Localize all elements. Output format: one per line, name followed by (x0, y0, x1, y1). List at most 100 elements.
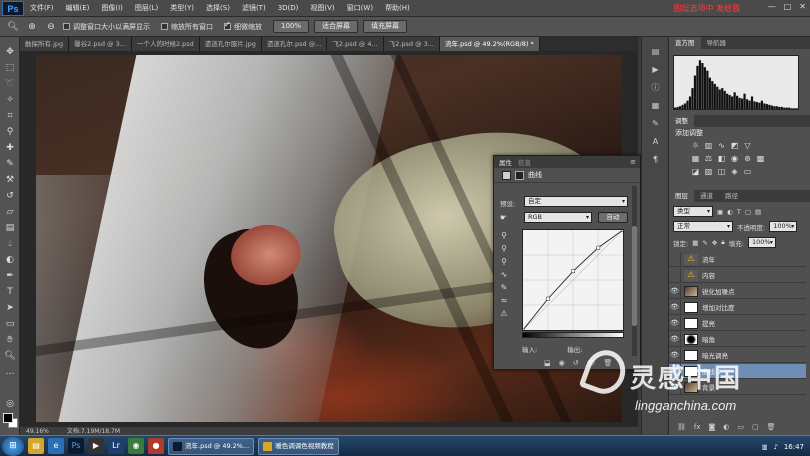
layer-row[interactable]: 👁︎ 暗角 (669, 331, 806, 347)
curve-point[interactable] (546, 296, 550, 301)
tab-adjustments[interactable]: 调整 (669, 115, 694, 127)
black-point-eyedropper-icon[interactable]: ⚲ (497, 229, 511, 242)
gray-point-eyedropper-icon[interactable]: ⚲ (497, 242, 511, 255)
tab-paths[interactable]: 路径 (719, 190, 744, 202)
color-lookup-icon[interactable]: ▩ (756, 154, 765, 163)
path-selection-icon[interactable]: ➤ (3, 301, 17, 315)
paragraph-panel-icon[interactable]: ¶ (649, 153, 662, 166)
gradient-map-icon[interactable]: ▭ (743, 167, 752, 176)
resize-windows-option[interactable]: 调整窗口大小以满屏显示 (63, 22, 150, 32)
channel-mixer-icon[interactable]: ⊛ (743, 154, 752, 163)
brightness-icon[interactable]: ☼ (691, 141, 700, 150)
menu-item[interactable]: 图像(I) (95, 0, 129, 17)
zoom-all-checkbox[interactable] (161, 23, 168, 30)
menu-item[interactable]: 图层(L) (129, 0, 164, 17)
zoom-all-option[interactable]: 缩放所有窗口 (161, 22, 213, 32)
visibility-eye-icon[interactable]: 👁︎ (669, 315, 681, 331)
eyedropper-icon[interactable]: ⚲ (3, 125, 17, 139)
photoshop-taskbar-icon[interactable]: Ps (68, 438, 84, 454)
document-tab[interactable]: 飞2.psd @ 4... (327, 37, 384, 51)
visibility-eye-icon[interactable]: 👁︎ (669, 299, 681, 315)
menu-item[interactable]: 帮助(H) (379, 0, 416, 17)
brush-tool-icon[interactable]: ✎ (3, 157, 17, 171)
preset-dropdown[interactable]: 自定 (524, 196, 628, 207)
hue-saturation-icon[interactable]: ▦ (691, 154, 700, 163)
record-icon[interactable]: ● (148, 438, 164, 454)
posterize-icon[interactable]: ▨ (704, 167, 713, 176)
tab-info[interactable]: 信息 (518, 157, 531, 167)
character-panel-icon[interactable]: A (649, 135, 662, 148)
gradient-tool-icon[interactable]: ▤ (3, 221, 17, 235)
brush-panel-icon[interactable]: ✎ (649, 117, 662, 130)
lightroom-icon[interactable]: Lr (108, 438, 124, 454)
clone-stamp-icon[interactable]: ⚒ (3, 173, 17, 187)
curve-point[interactable] (571, 269, 576, 274)
foreground-color-swatch[interactable] (3, 413, 13, 423)
layer-row[interactable]: 👁︎ 增加对比度 (669, 299, 806, 315)
crop-tool-icon[interactable]: ⌗ (3, 109, 17, 123)
threshold-icon[interactable]: ◫ (717, 167, 726, 176)
exposure-icon[interactable]: ◩ (730, 141, 739, 150)
reset-icon[interactable]: ↺ (573, 359, 579, 367)
curve-edit-icon[interactable]: ∿ (497, 268, 511, 281)
fit-screen-button[interactable]: 适合屏幕 (314, 20, 359, 33)
resize-windows-checkbox[interactable] (63, 23, 70, 30)
player-icon[interactable]: ▶ (88, 438, 104, 454)
menu-item[interactable]: 滤镜(T) (236, 0, 272, 17)
tab-properties[interactable]: 属性 (499, 157, 512, 167)
clipping-warning-icon[interactable]: ⚠ (497, 307, 511, 320)
healing-brush-icon[interactable]: ✚ (3, 141, 17, 155)
layer-row[interactable]: 👁︎ 锐化加噪点 (669, 283, 806, 299)
document-tab[interactable]: 触探所有.jpg (20, 37, 70, 51)
menu-item[interactable]: 编辑(E) (60, 0, 96, 17)
zoom-level[interactable]: 49.16% (26, 427, 49, 435)
filter-smart-icon[interactable]: ▤ (755, 208, 761, 216)
fill-input[interactable]: 100% (747, 237, 776, 248)
curves-icon[interactable]: ∿ (717, 141, 726, 150)
eraser-tool-icon[interactable]: ▱ (3, 205, 17, 219)
zoom-in-icon[interactable]: ⊕ (25, 20, 39, 34)
selective-color-icon[interactable]: ◈ (730, 167, 739, 176)
history-brush-icon[interactable]: ↺ (3, 189, 17, 203)
view-previous-icon[interactable]: ◉ (559, 359, 565, 367)
scrubby-zoom-option[interactable]: 细微缩放 (224, 20, 262, 32)
document-tab[interactable]: 馨谷2.psd @ 3... (69, 37, 132, 51)
more-tools-icon[interactable]: … (3, 365, 17, 379)
info-panel-icon[interactable]: ⓘ (649, 81, 662, 94)
smooth-curve-icon[interactable]: ≈ (497, 294, 511, 307)
lasso-tool-icon[interactable]: ➰ (3, 77, 17, 91)
zoom-tool-icon[interactable]: 🔍︎ (6, 20, 20, 34)
blur-tool-icon[interactable]: 💧︎ (3, 237, 17, 251)
visibility-eye-icon[interactable] (669, 267, 681, 283)
zoom-out-icon[interactable]: ⊖ (44, 20, 58, 34)
photo-filter-icon[interactable]: ◉ (730, 154, 739, 163)
curve-point[interactable] (522, 328, 525, 331)
scrollbar-thumb[interactable] (632, 226, 637, 326)
filter-adjustment-icon[interactable]: ◐ (727, 208, 733, 216)
tab-navigator[interactable]: 导航器 (701, 37, 733, 49)
lock-transparent-icon[interactable]: ▦ (692, 239, 698, 247)
zoom-tool-panel-icon[interactable]: 🔍︎ (3, 349, 17, 363)
marquee-tool-icon[interactable]: ⬚ (3, 61, 17, 75)
visibility-eye-icon[interactable] (669, 251, 681, 267)
clock[interactable]: 16:47 (784, 443, 804, 451)
document-tab[interactable]: 遗逝孔尔服片.jpg (199, 37, 262, 51)
shape-tool-icon[interactable]: ▭ (3, 317, 17, 331)
actions-panel-icon[interactable]: ▶ (649, 63, 662, 76)
menu-item[interactable]: 文件(F) (24, 0, 60, 17)
document-tab[interactable]: 飞2.psd @ 3... (383, 37, 441, 51)
history-panel-icon[interactable]: ▤ (649, 45, 662, 58)
channel-dropdown[interactable]: RGB (524, 212, 592, 223)
blend-mode-dropdown[interactable]: 正常 (673, 221, 733, 232)
filter-kind-dropdown[interactable]: 类型 (673, 206, 713, 217)
start-button[interactable]: ⊞ (2, 436, 24, 456)
filter-pixel-icon[interactable]: ▣ (717, 208, 723, 216)
close-button[interactable]: ✕ (799, 2, 806, 11)
layer-row[interactable]: 👁︎ 提亮 (669, 315, 806, 331)
scrubby-zoom-checkbox[interactable] (224, 20, 231, 30)
visibility-eye-icon[interactable]: 👁︎ (669, 331, 681, 347)
lock-move-icon[interactable]: ✥ (712, 239, 717, 247)
invert-icon[interactable]: ◪ (691, 167, 700, 176)
lock-all-icon[interactable]: 🔒︎ (721, 238, 724, 247)
maximize-button[interactable]: □ (784, 2, 792, 11)
